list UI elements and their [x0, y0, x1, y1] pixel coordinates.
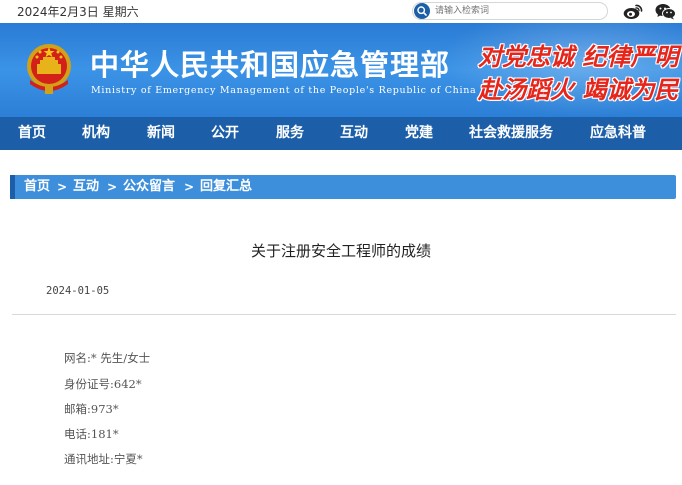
main-nav: 首页 机构 新闻 公开 服务 互动 党建 社会救援服务 应急科普: [0, 117, 682, 150]
header-banner: 中华人民共和国应急管理部 Ministry of Emergency Manag…: [0, 23, 682, 117]
field-nickname: 网名:* 先生/女士: [64, 351, 151, 365]
national-emblem-icon[interactable]: [24, 40, 74, 96]
current-date: 2024年2月3日 星期六: [17, 5, 139, 19]
search-icon: [414, 3, 430, 19]
wechat-icon[interactable]: [655, 3, 676, 20]
breadcrumb-accent: [10, 175, 15, 199]
breadcrumb-home[interactable]: 首页: [24, 175, 50, 199]
field-address: 通讯地址:宁夏*: [64, 452, 143, 466]
nav-item-organization[interactable]: 机构: [82, 117, 110, 150]
breadcrumb-separator: >: [57, 180, 68, 194]
breadcrumb: 首页 > 互动 > 公众留言 > 回复汇总: [10, 175, 676, 199]
top-bar: 2024年2月3日 星期六: [0, 0, 682, 23]
article-date: 2024-01-05: [46, 285, 110, 297]
nav-item-party[interactable]: 党建: [405, 117, 433, 150]
divider: [12, 314, 676, 315]
breadcrumb-separator: >: [107, 180, 118, 194]
article-title: 关于注册安全工程师的成绩: [250, 242, 431, 260]
field-id-number: 身份证号:642*: [64, 377, 142, 391]
nav-item-public[interactable]: 公开: [211, 117, 239, 150]
nav-item-rescue-services[interactable]: 社会救援服务: [469, 117, 553, 150]
search-input[interactable]: [435, 4, 603, 18]
site-subtitle: Ministry of Emergency Management of the …: [91, 85, 477, 96]
slogan-line-1: 对党忠诚 纪律严明: [478, 42, 679, 71]
breadcrumb-public-message[interactable]: 公众留言: [123, 175, 175, 199]
nav-item-home[interactable]: 首页: [18, 117, 46, 150]
field-phone: 电话:181*: [64, 427, 119, 441]
nav-item-news[interactable]: 新闻: [147, 117, 175, 150]
search-box[interactable]: [412, 2, 608, 20]
breadcrumb-separator: >: [184, 180, 195, 194]
field-email: 邮箱:973*: [64, 402, 119, 416]
nav-item-interaction[interactable]: 互动: [340, 117, 368, 150]
nav-item-services[interactable]: 服务: [276, 117, 304, 150]
nav-item-science[interactable]: 应急科普: [590, 117, 646, 150]
slogan-line-2: 赴汤蹈火 竭诚为民: [478, 75, 679, 104]
site-title[interactable]: 中华人民共和国应急管理部: [90, 42, 450, 84]
breadcrumb-reply-summary[interactable]: 回复汇总: [200, 175, 252, 199]
breadcrumb-interaction[interactable]: 互动: [73, 175, 99, 199]
search-button[interactable]: [413, 3, 431, 19]
weibo-icon[interactable]: [623, 3, 643, 20]
